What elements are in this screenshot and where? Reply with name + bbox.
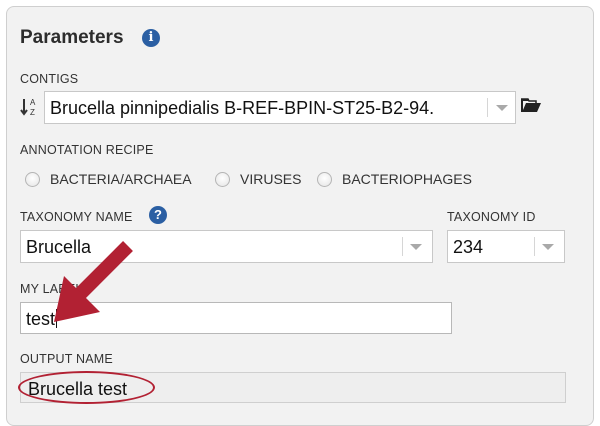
radio-bacteriophages-label[interactable]: BACTERIOPHAGES — [342, 171, 472, 187]
radio-viruses-label[interactable]: VIRUSES — [240, 171, 301, 187]
output-name-label: OUTPUT NAME — [20, 352, 113, 366]
chevron-down-icon[interactable] — [410, 244, 422, 250]
taxonomy-name-label: TAXONOMY NAME — [20, 210, 133, 224]
panel-title: Parameters — [20, 27, 124, 48]
svg-text:A: A — [30, 98, 36, 107]
svg-text:Z: Z — [30, 108, 35, 117]
chevron-down-icon[interactable] — [542, 244, 554, 250]
help-icon[interactable]: ? — [149, 206, 167, 224]
sort-az-icon[interactable]: A Z — [20, 96, 42, 118]
annotation-arrow-icon — [54, 241, 133, 322]
contigs-value: Brucella pinnipedialis B-REF-BPIN-ST25-B… — [50, 98, 435, 118]
radio-bacteria-archaea[interactable] — [25, 172, 40, 187]
folder-open-icon[interactable] — [520, 96, 542, 114]
taxonomy-id-select[interactable]: 234 — [447, 230, 565, 263]
radio-bacteriophages[interactable] — [317, 172, 332, 187]
taxonomy-id-value: 234 — [453, 237, 484, 257]
chevron-down-icon[interactable] — [496, 105, 508, 111]
contigs-select[interactable]: Brucella pinnipedialis B-REF-BPIN-ST25-B… — [44, 91, 516, 124]
taxonomy-id-label: TAXONOMY ID — [447, 210, 536, 224]
annotation-recipe-label: ANNOTATION RECIPE — [20, 143, 154, 157]
radio-bacteria-archaea-label[interactable]: BACTERIA/ARCHAEA — [50, 171, 192, 187]
radio-viruses[interactable] — [215, 172, 230, 187]
highlight-ellipse — [18, 371, 155, 404]
contigs-label: CONTIGS — [20, 72, 79, 86]
info-icon[interactable]: i — [142, 29, 160, 47]
